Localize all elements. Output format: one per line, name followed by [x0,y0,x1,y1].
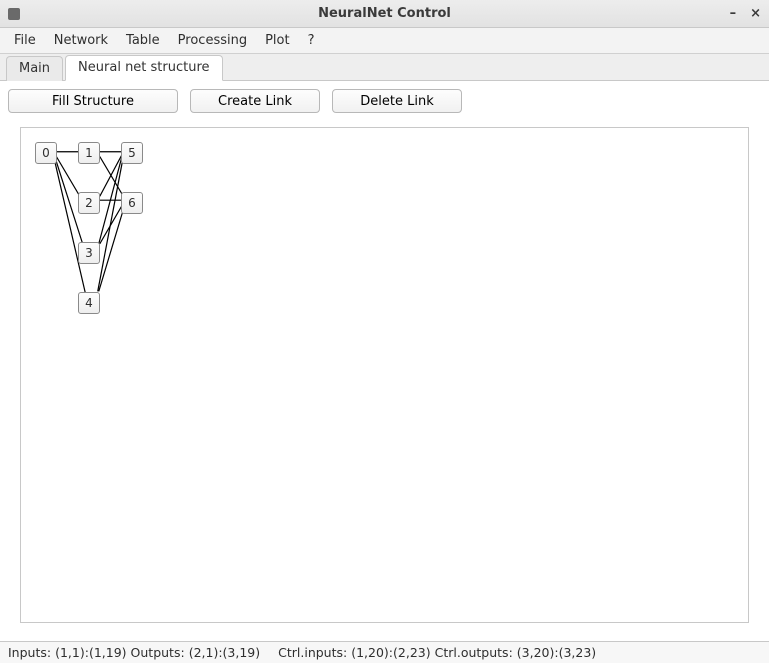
menu-table[interactable]: Table [118,30,168,51]
window-controls: – × [730,6,761,21]
node-5[interactable]: 5 [121,142,143,164]
fill-structure-button[interactable]: Fill Structure [8,89,178,113]
tabbar: Main Neural net structure [0,54,769,81]
create-link-button[interactable]: Create Link [190,89,320,113]
tab-main[interactable]: Main [6,56,63,81]
menu-help[interactable]: ? [300,30,323,51]
window-title: NeuralNet Control [0,6,769,21]
tab-structure[interactable]: Neural net structure [65,55,222,81]
status-ctrl-inputs-value: (1,20):(2,23) [351,645,430,660]
delete-link-button[interactable]: Delete Link [332,89,462,113]
status-ctrl-outputs-label: Ctrl.outputs: [435,645,513,660]
menu-plot[interactable]: Plot [257,30,298,51]
toolbar: Fill Structure Create Link Delete Link [8,89,761,113]
node-0[interactable]: 0 [35,142,57,164]
status-ctrl-inputs-label: Ctrl.inputs: [278,645,347,660]
node-1[interactable]: 1 [78,142,100,164]
node-3[interactable]: 3 [78,242,100,264]
minimize-button[interactable]: – [730,6,737,21]
content: Fill Structure Create Link Delete Link [0,81,769,641]
node-6[interactable]: 6 [121,192,143,214]
status-inputs-value: (1,1):(1,19) [55,645,126,660]
structure-canvas[interactable]: 0 1 2 3 4 5 6 [20,127,749,623]
titlebar: NeuralNet Control – × [0,0,769,28]
menubar: File Network Table Processing Plot ? [0,28,769,54]
status-ctrl-outputs-value: (3,20):(3,23) [517,645,596,660]
menu-file[interactable]: File [6,30,44,51]
menu-processing[interactable]: Processing [170,30,255,51]
node-4[interactable]: 4 [78,292,100,314]
statusbar: Inputs: (1,1):(1,19) Outputs: (2,1):(3,1… [0,641,769,663]
status-outputs-value: (2,1):(3,19) [189,645,260,660]
menu-network[interactable]: Network [46,30,116,51]
app-icon [8,8,20,20]
close-button[interactable]: × [750,6,761,21]
status-inputs-label: Inputs: [8,645,51,660]
status-outputs-label: Outputs: [131,645,185,660]
node-2[interactable]: 2 [78,192,100,214]
